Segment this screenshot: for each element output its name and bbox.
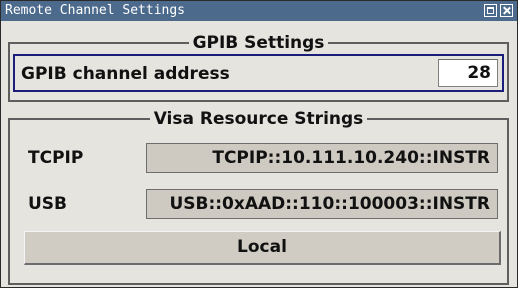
tcpip-label: TCPIP (28, 148, 84, 168)
title-bar[interactable]: Remote Channel Settings (1, 1, 517, 21)
gpib-address-input[interactable]: 28 (438, 59, 498, 87)
restore-icon[interactable] (484, 4, 497, 17)
visa-resource-strings-group: Visa Resource Strings TCPIP TCPIP::10.11… (8, 109, 509, 285)
visa-resource-strings-title: Visa Resource Strings (149, 109, 368, 129)
remote-channel-settings-dialog: Remote Channel Settings GPIB Settings GP… (0, 0, 518, 288)
gpib-settings-title: GPIB Settings (188, 33, 329, 53)
window-title: Remote Channel Settings (5, 3, 186, 18)
gpib-address-row[interactable]: GPIB channel address 28 (13, 54, 504, 92)
close-icon[interactable] (500, 4, 513, 17)
local-button[interactable]: Local (24, 231, 501, 265)
tcpip-resource-string: TCPIP::10.111.10.240::INSTR (146, 143, 498, 173)
usb-label: USB (28, 194, 68, 214)
gpib-settings-group: GPIB Settings GPIB channel address 28 (8, 33, 509, 102)
gpib-address-label: GPIB channel address (21, 64, 230, 84)
usb-resource-string: USB::0xAAD::110::100003::INSTR (146, 189, 498, 219)
